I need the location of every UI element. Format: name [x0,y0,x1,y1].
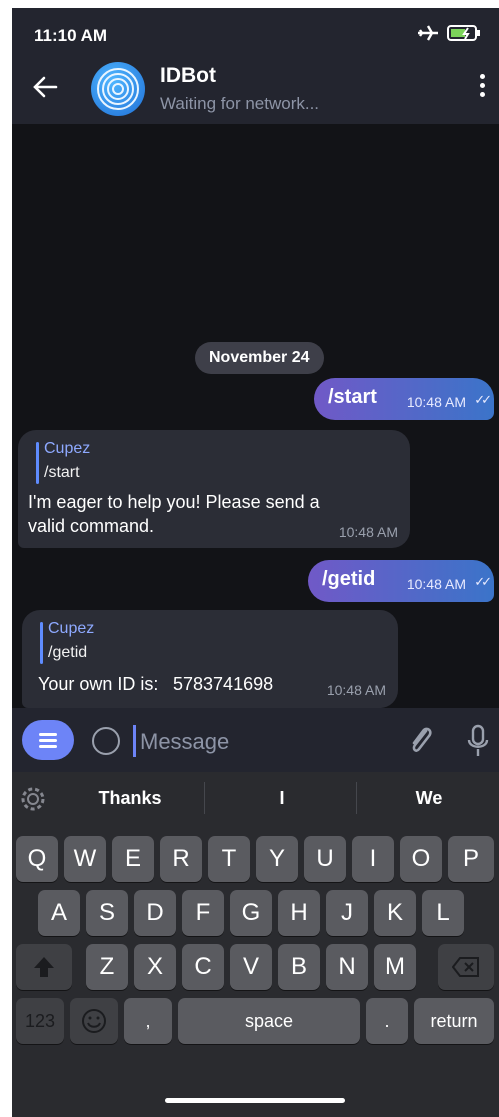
message-text-line-1: I'm eager to help you! Please send a [28,492,320,512]
key-e[interactable]: E [112,836,154,882]
message-input[interactable] [138,726,382,758]
key-m[interactable]: M [374,944,416,990]
message-outgoing[interactable]: /getid 10:48 AM ✓✓ [308,560,494,602]
key-w[interactable]: W [64,836,106,882]
key-s[interactable]: S [86,890,128,936]
emoji-key[interactable] [70,998,118,1044]
key-a[interactable]: A [38,890,80,936]
text-caret [133,725,136,757]
keyboard: Thanks I We Q W E R T Y U I O P A S D F … [12,772,499,1117]
shift-key[interactable] [16,944,72,990]
message-incoming[interactable]: Cupez /start I'm eager to help you! Plea… [18,430,410,548]
message-outgoing[interactable]: /start 10:48 AM ✓✓ [314,378,494,420]
reply-bar [36,442,39,484]
message-time: 10:48 AM [406,394,466,410]
suggestion-1[interactable]: Thanks [60,788,200,809]
chat-area[interactable]: November 24 /start 10:48 AM ✓✓ Cupez /st… [12,124,499,708]
divider [204,782,205,814]
reply-text: /start [44,464,80,481]
attach-icon[interactable] [406,723,434,757]
message-time: 10:48 AM [406,576,466,592]
key-f[interactable]: F [182,890,224,936]
chat-status: Waiting for network... [160,94,320,113]
double-check-icon: ✓✓ [474,392,492,407]
period-key[interactable]: . [366,998,408,1044]
key-y[interactable]: Y [256,836,298,882]
reply-name: Cupez [48,620,95,637]
emoji-key-icon [82,1009,106,1033]
key-x[interactable]: X [134,944,176,990]
gear-icon[interactable] [20,786,46,812]
key-r[interactable]: R [160,836,202,882]
backspace-icon [451,957,479,977]
message-text-id: 5783741698 [173,674,274,694]
battery-icon [447,25,480,41]
message-incoming[interactable]: Cupez /getid Your own ID is: 5783741698 … [22,610,398,708]
key-d[interactable]: D [134,890,176,936]
date-chip: November 24 [195,342,324,374]
reply-name: Cupez [44,440,91,457]
key-b[interactable]: B [278,944,320,990]
home-indicator [165,1098,345,1103]
message-text: /start [328,386,377,408]
avatar[interactable] [91,62,145,116]
message-time: 10:48 AM [338,524,398,540]
key-n[interactable]: N [326,944,368,990]
divider [356,782,357,814]
key-z[interactable]: Z [86,944,128,990]
suggestion-2[interactable]: I [212,788,352,809]
key-j[interactable]: J [326,890,368,936]
key-c[interactable]: C [182,944,224,990]
message-text-label: Your own ID is: [38,674,159,694]
reply-bar [40,622,43,664]
airplane-icon [418,25,438,41]
backspace-key[interactable] [438,944,494,990]
reply-text: /getid [48,644,88,661]
back-arrow-icon[interactable] [32,74,58,100]
key-g[interactable]: G [230,890,272,936]
status-time: 11:10 AM [34,26,108,45]
status-icons [417,24,481,42]
fingerprint-icon [97,68,139,110]
chat-title[interactable]: IDBot [160,64,216,88]
key-l[interactable]: L [422,890,464,936]
suggestion-3[interactable]: We [364,788,494,809]
key-o[interactable]: O [400,836,442,882]
key-q[interactable]: Q [16,836,58,882]
menu-icon[interactable] [22,720,74,760]
key-u[interactable]: U [304,836,346,882]
comma-key[interactable]: , [124,998,172,1044]
message-time: 10:48 AM [326,682,386,698]
more-vert-icon[interactable] [477,74,487,100]
phone-screen: 11:10 AM IDBot Waiting for network... No… [12,8,499,1117]
key-k[interactable]: K [374,890,416,936]
message-input-bar [12,708,499,772]
double-check-icon: ✓✓ [474,574,492,589]
key-v[interactable]: V [230,944,272,990]
suggestion-row: Thanks I We [12,772,499,824]
key-h[interactable]: H [278,890,320,936]
key-t[interactable]: T [208,836,250,882]
key-p[interactable]: P [448,836,494,882]
message-text: /getid [322,568,376,590]
space-key[interactable]: space [178,998,360,1044]
numbers-key[interactable]: 123 [16,998,64,1044]
mic-icon[interactable] [466,724,490,758]
emoji-icon[interactable] [92,727,120,755]
chat-header: 11:10 AM IDBot Waiting for network... [12,8,499,124]
key-i[interactable]: I [352,836,394,882]
shift-icon [34,957,54,977]
message-text-line-2: valid command. [28,516,155,536]
return-key[interactable]: return [414,998,494,1044]
